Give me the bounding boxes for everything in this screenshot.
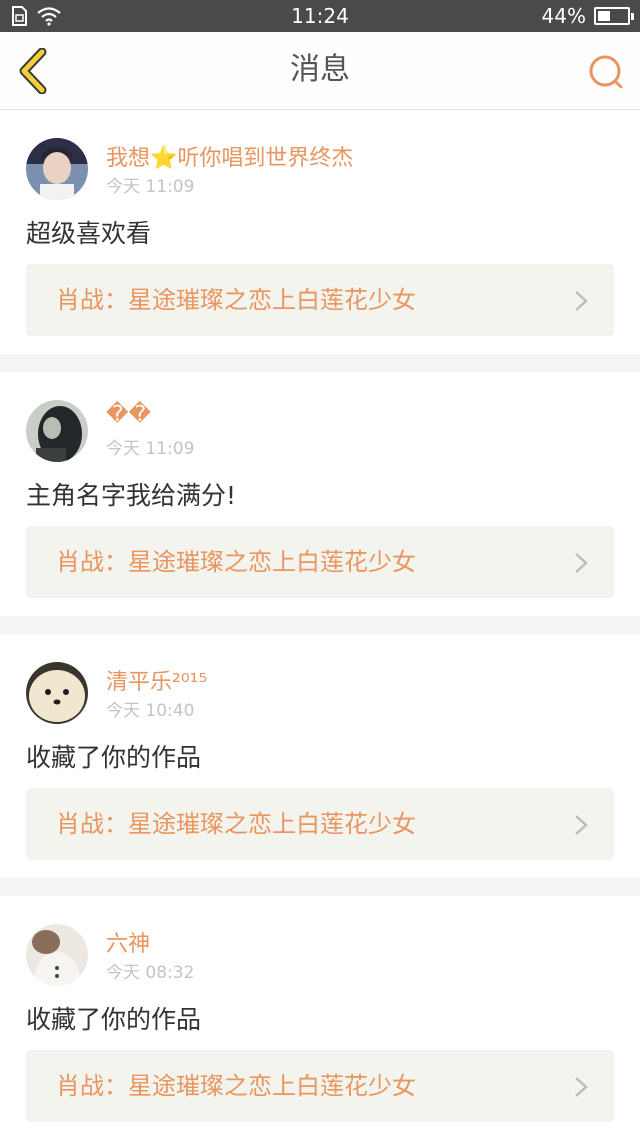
work-title: 肖战：星途璀璨之恋上白莲花少女 — [56, 286, 416, 314]
work-link[interactable]: 肖战：星途璀璨之恋上白莲花少女 — [26, 526, 614, 598]
work-link[interactable]: 肖战：星途璀璨之恋上白莲花少女 — [26, 788, 614, 860]
status-icons-right: 44% — [541, 0, 634, 32]
divider — [0, 878, 640, 896]
status-bar: 11:24 44% — [0, 0, 640, 32]
username[interactable]: �� — [106, 402, 151, 427]
message-text: 收藏了你的作品 — [26, 743, 202, 772]
search-button[interactable] — [586, 52, 626, 92]
timestamp: 今天 10:40 — [106, 701, 195, 721]
avatar[interactable] — [26, 924, 88, 986]
message-text: 收藏了你的作品 — [26, 1005, 202, 1034]
chevron-right-icon — [575, 291, 588, 311]
message-text: 主角名字我给满分! — [26, 481, 237, 510]
divider — [0, 354, 640, 372]
work-link[interactable]: 肖战：星途璀璨之恋上白莲花少女 — [26, 264, 614, 336]
divider — [0, 616, 640, 634]
work-link[interactable]: 肖战：星途璀璨之恋上白莲花少女 — [26, 1050, 614, 1122]
page-title: 消息 — [290, 52, 350, 87]
battery-icon — [594, 7, 634, 25]
battery-percent: 44% — [541, 4, 586, 28]
username[interactable]: 清平乐²⁰¹⁵ — [106, 664, 207, 696]
username[interactable]: 六神 — [106, 926, 150, 958]
avatar[interactable] — [26, 662, 88, 724]
work-title: 肖战：星途璀璨之恋上白莲花少女 — [56, 1072, 416, 1100]
chevron-right-icon — [575, 815, 588, 835]
battery-level — [598, 11, 610, 21]
app-header: 消息 — [0, 32, 640, 110]
chevron-right-icon — [575, 1077, 588, 1097]
message-text: 超级喜欢看 — [26, 219, 152, 248]
message-item: �� 今天 11:09 主角名字我给满分! 肖战：星途璀璨之恋上白莲花少女 — [0, 372, 640, 616]
avatar[interactable] — [26, 400, 88, 462]
message-item: 我想⭐听你唱到世界终杰 今天 11:09 超级喜欢看 肖战：星途璀璨之恋上白莲花… — [0, 110, 640, 354]
username[interactable]: 我想⭐听你唱到世界终杰 — [106, 140, 353, 172]
chevron-right-icon — [575, 553, 588, 573]
work-title: 肖战：星途璀璨之恋上白莲花少女 — [56, 548, 416, 576]
timestamp: 今天 11:09 — [106, 177, 195, 197]
timestamp: 今天 11:09 — [106, 439, 195, 459]
timestamp: 今天 08:32 — [106, 963, 195, 983]
search-icon — [589, 55, 623, 89]
message-item: 六神 今天 08:32 收藏了你的作品 肖战：星途璀璨之恋上白莲花少女 — [0, 896, 640, 1140]
message-item: 清平乐²⁰¹⁵ 今天 10:40 收藏了你的作品 肖战：星途璀璨之恋上白莲花少女 — [0, 634, 640, 878]
avatar[interactable] — [26, 138, 88, 200]
work-title: 肖战：星途璀璨之恋上白莲花少女 — [56, 810, 416, 838]
